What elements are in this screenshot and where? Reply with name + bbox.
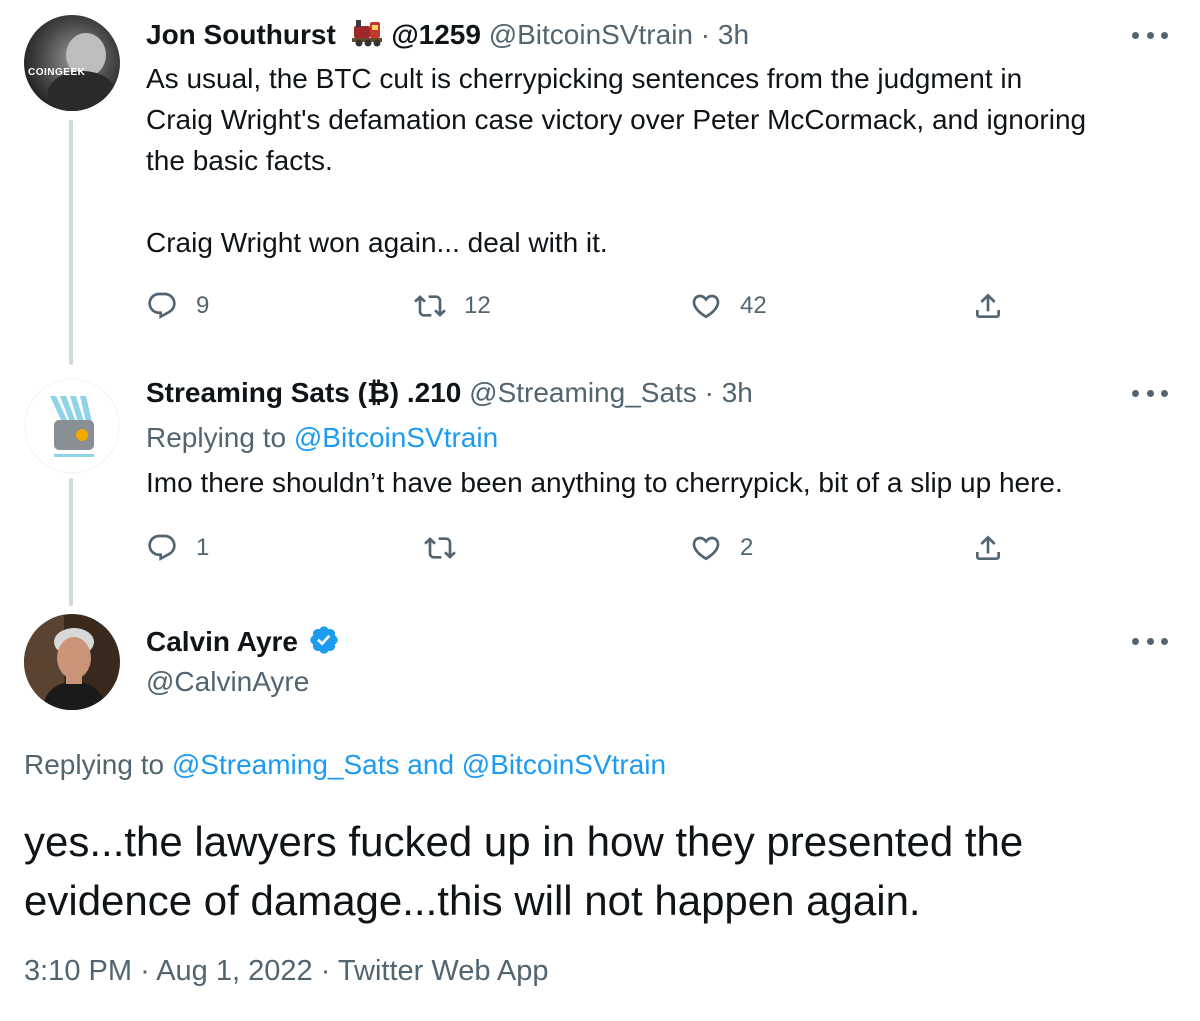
tweet-1-header: Jon Southurst @1259 @BitcoinSVtrain · 3h [146, 18, 749, 56]
like-button[interactable]: 2 [690, 532, 753, 564]
reply-icon [148, 292, 176, 319]
like-count: 42 [740, 292, 767, 319]
replying-to-and: and [407, 749, 455, 780]
tweet-text-line: Craig Wright's defamation case victory o… [146, 104, 1087, 135]
more-options-icon[interactable] [1132, 30, 1168, 40]
reply-button[interactable]: 1 [146, 532, 209, 564]
reply-icon [148, 534, 176, 561]
thread-line-2 [69, 478, 73, 606]
tweet-time[interactable]: 3h [718, 19, 749, 50]
thread-line-1 [69, 120, 73, 365]
like-count: 2 [740, 534, 754, 561]
replying-to-label: Replying to [24, 749, 165, 780]
author-name-suffix: @1259 [391, 19, 481, 50]
separator-dot: · [700, 19, 711, 50]
author-name[interactable]: Streaming Sats (₿) .210 [146, 377, 461, 408]
author-handle[interactable]: @BitcoinSVtrain [489, 19, 693, 50]
replying-to-line: Replying to @BitcoinSVtrain [146, 421, 498, 455]
author-name[interactable]: Calvin Ayre [146, 626, 298, 657]
share-button[interactable] [972, 532, 1004, 564]
reply-button[interactable]: 9 [146, 290, 209, 322]
main-author-line: Calvin Ayre [146, 624, 340, 664]
main-replying-to-line: Replying to @Streaming_Sats and @Bitcoin… [24, 748, 666, 782]
main-tweet-text: yes...the lawyers fucked up in how they … [24, 818, 1024, 924]
retweet-icon [414, 295, 446, 317]
retweet-icon [424, 537, 456, 559]
replying-to-handle-link[interactable]: @BitcoinSVtrain [294, 422, 498, 453]
main-author-handle[interactable]: @CalvinAyre [146, 665, 309, 699]
like-button[interactable]: 42 [690, 290, 767, 322]
more-options-icon[interactable] [1132, 388, 1168, 398]
author-name[interactable]: Jon Southurst [146, 19, 336, 50]
like-icon [692, 536, 720, 561]
avatar-streaming-sats[interactable] [24, 378, 120, 474]
tweet-timestamp[interactable]: 3:10 PM [24, 955, 132, 987]
retweet-count: 12 [464, 292, 491, 319]
tweet-text-line: the basic facts. [146, 145, 333, 176]
replying-to-handle-link[interactable]: @Streaming_Sats [172, 749, 400, 780]
tweet-time[interactable]: 3h [722, 377, 753, 408]
avatar-jon-southurst[interactable]: COINGEEK [24, 15, 120, 111]
tweet-2-text: Imo there shouldn’t have been anything t… [146, 467, 1063, 498]
like-icon [692, 294, 720, 319]
retweet-button[interactable] [424, 532, 474, 564]
train-emoji-icon [350, 18, 384, 56]
verified-badge-icon [308, 624, 340, 664]
avatar-calvin-ayre[interactable] [24, 614, 120, 710]
separator-dot: · [704, 377, 714, 408]
tweet-2-header: Streaming Sats (₿) .210 @Streaming_Sats … [146, 376, 753, 410]
tweet-text-line: As usual, the BTC cult is cherrypicking … [146, 63, 1023, 94]
author-handle[interactable]: @Streaming_Sats [469, 377, 697, 408]
tweet-date[interactable]: Aug 1, 2022 [156, 955, 312, 987]
retweet-button[interactable]: 12 [414, 290, 491, 322]
replying-to-label: Replying to [146, 422, 287, 453]
reply-count: 9 [196, 292, 210, 319]
share-button[interactable] [972, 290, 1004, 322]
tweet-1-text: As usual, the BTC cult is cherrypicking … [146, 58, 1086, 263]
separator-dot: · [320, 955, 331, 987]
replying-to-handle-link[interactable]: @BitcoinSVtrain [462, 749, 666, 780]
tweet-metadata: 3:10 PM · Aug 1, 2022 · Twitter Web App [24, 955, 549, 988]
more-options-icon[interactable] [1132, 636, 1168, 646]
share-icon [976, 293, 1000, 318]
coingeek-logo-text: COINGEEK [28, 67, 86, 78]
tweet-source[interactable]: Twitter Web App [338, 955, 549, 987]
share-icon [976, 535, 1000, 560]
separator-dot: · [140, 955, 150, 987]
tweet-text-line: Craig Wright won again... deal with it. [146, 227, 608, 258]
reply-count: 1 [196, 534, 210, 561]
